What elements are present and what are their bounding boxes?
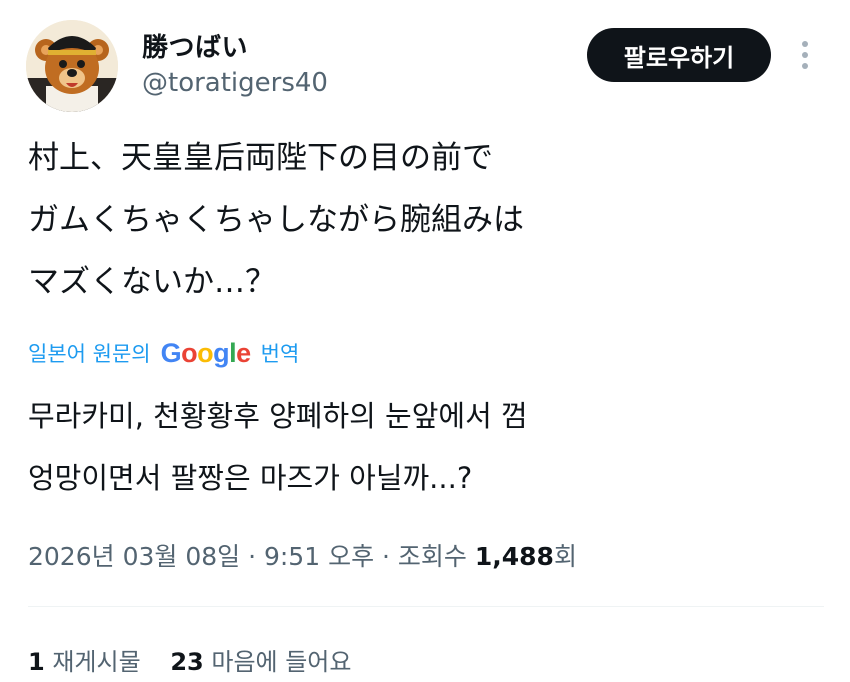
tweet-text-line: 村上、天皇皇后両陛下の目の前で [28, 140, 493, 176]
google-logo-letter: e [236, 337, 251, 368]
reposts-link[interactable]: 1 재게시물 [28, 642, 141, 677]
more-options-button[interactable] [790, 30, 820, 80]
bear-mascot-icon [26, 20, 118, 112]
translate-prefix: 일본어 원문의 [28, 342, 151, 366]
google-logo-letter: G [160, 337, 182, 368]
translation-attribution[interactable]: 일본어 원문의 Google 번역 [28, 336, 299, 370]
reposts-label: 재게시물 [52, 648, 141, 676]
reposts-count: 1 [28, 648, 45, 676]
translated-text-line: 엉망이면서 팔짱은 마즈가 아닐까...? [28, 461, 473, 495]
google-logo-letter: g [213, 337, 230, 368]
google-logo-letter: o [181, 337, 198, 368]
author-display-name[interactable]: 勝つばい [142, 27, 248, 64]
more-vertical-icon [802, 41, 808, 47]
tweet-datetime[interactable]: 2026년 03월 08일 · 9:51 오후 · 조회수 [28, 542, 475, 571]
likes-count: 23 [170, 648, 204, 676]
author-handle[interactable]: @toratigers40 [142, 68, 328, 98]
translate-suffix: 번역 [260, 342, 300, 366]
divider [28, 606, 824, 607]
tweet-meta: 2026년 03월 08일 · 9:51 오후 · 조회수 1,488회 [28, 537, 577, 573]
engagement-stats: 1 재게시물 23 마음에 들어요 [28, 642, 351, 677]
more-vertical-icon-dot [802, 63, 808, 69]
tweet-text-line: ガムくちゃくちゃしながら腕組みは [28, 202, 524, 238]
google-logo: Google [160, 337, 252, 369]
follow-button[interactable]: 팔로우하기 [587, 28, 771, 82]
likes-link[interactable]: 23 마음에 들어요 [170, 642, 351, 677]
view-count-suffix: 회 [553, 542, 577, 571]
tweet-text-line: マズくないか…？ [28, 264, 276, 300]
more-vertical-icon-dot [802, 52, 808, 58]
avatar[interactable] [26, 20, 118, 112]
translated-text-line: 무라카미, 천황황후 양폐하의 눈앞에서 껌 [28, 399, 528, 433]
google-logo-letter: o [197, 337, 214, 368]
view-count: 1,488 [474, 542, 554, 571]
likes-label: 마음에 들어요 [211, 648, 352, 676]
